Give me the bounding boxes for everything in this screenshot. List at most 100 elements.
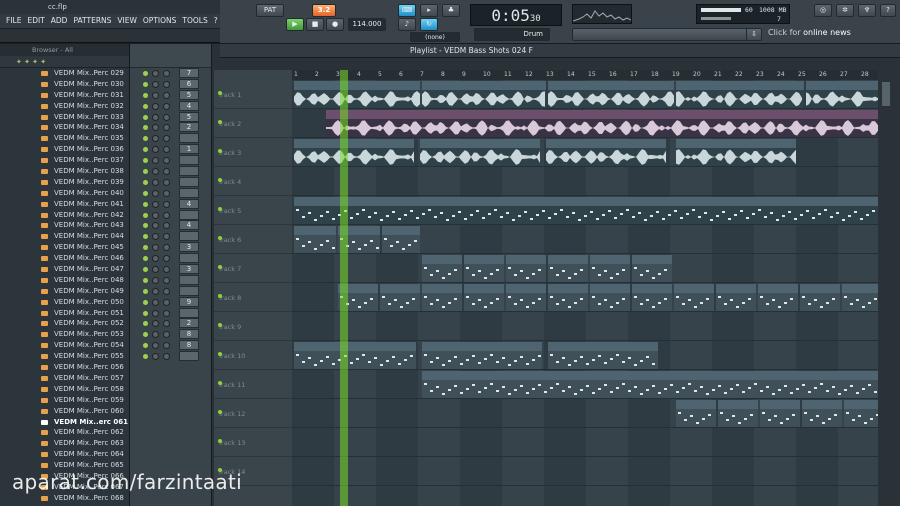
- volume-knob[interactable]: [163, 135, 170, 143]
- mixer-track-number[interactable]: 4: [179, 198, 199, 209]
- browser-file[interactable]: VEDM Mix..Perc 050: [0, 297, 129, 308]
- browser-file[interactable]: VEDM Mix..Perc 032: [0, 101, 129, 112]
- metronome-icon[interactable]: ♪: [398, 18, 416, 31]
- pan-knob[interactable]: [152, 244, 159, 252]
- browser-file[interactable]: VEDM Mix..Perc 052: [0, 318, 129, 329]
- browser-file[interactable]: VEDM Mix..Perc 037: [0, 155, 129, 166]
- browser-file[interactable]: VEDM Mix..Perc 043: [0, 220, 129, 231]
- loop-record-icon[interactable]: ↻: [420, 18, 438, 31]
- scrollbar-thumb[interactable]: [882, 82, 890, 106]
- channel-row[interactable]: 5: [130, 111, 211, 123]
- channel-led[interactable]: [143, 158, 148, 164]
- volume-knob[interactable]: [163, 189, 170, 197]
- playlist-clip[interactable]: Pattern 1: [294, 226, 336, 253]
- mixer-track-number[interactable]: [179, 166, 199, 177]
- channel-led[interactable]: [143, 288, 148, 294]
- channel-led[interactable]: [143, 114, 148, 120]
- volume-knob[interactable]: [163, 146, 170, 154]
- pan-knob[interactable]: [152, 124, 159, 132]
- browser-file[interactable]: VEDM Mix..Perc 055: [0, 351, 129, 362]
- browser-file[interactable]: VEDM Mix..Perc 063: [0, 438, 129, 449]
- track-mute-led[interactable]: [218, 352, 222, 356]
- pan-knob[interactable]: [152, 211, 159, 219]
- mixer-track-number[interactable]: [179, 253, 199, 264]
- browser-file[interactable]: VEDM Mix..erc 061: [0, 417, 129, 428]
- pan-knob[interactable]: [152, 135, 159, 143]
- menu-options[interactable]: OPTIONS: [140, 14, 180, 28]
- mixer-track-number[interactable]: [179, 351, 199, 362]
- browser-file[interactable]: VEDM Mix..Perc 046: [0, 253, 129, 264]
- channel-led[interactable]: [143, 169, 148, 175]
- channel-led[interactable]: [143, 223, 148, 229]
- mixer-track-number[interactable]: [179, 187, 199, 198]
- song-time-display[interactable]: 0:0530: [470, 4, 562, 26]
- channel-row[interactable]: 5: [130, 89, 211, 101]
- pat-song-toggle[interactable]: PAT: [256, 4, 284, 17]
- channel-row[interactable]: [130, 155, 211, 166]
- channel-led[interactable]: [143, 81, 148, 87]
- playlist-clip[interactable]: Pa..n 3: [422, 371, 878, 398]
- countdown-icon[interactable]: ♣: [442, 4, 460, 17]
- browser-file[interactable]: VEDM Mix..Perc 049: [0, 286, 129, 297]
- menu-patterns[interactable]: PATTERNS: [70, 14, 114, 28]
- playlist-clip[interactable]: Pa..n 3: [294, 342, 416, 369]
- help-icon[interactable]: ?: [880, 4, 896, 17]
- channel-led[interactable]: [143, 125, 148, 131]
- playlist-scrollbar[interactable]: [878, 70, 900, 506]
- playlist-grid[interactable]: VEDM Downlifter 03 VEDM Downlifter 03 - P…: [292, 80, 878, 506]
- snap-selector[interactable]: Drum: [474, 28, 550, 41]
- channel-row[interactable]: [130, 166, 211, 177]
- pan-knob[interactable]: [152, 200, 159, 208]
- playlist-clip[interactable]: Pattern 6: [548, 255, 588, 282]
- browser-file[interactable]: VEDM Mix..Perc 030: [0, 79, 129, 90]
- track-header[interactable]: Track 10: [214, 341, 292, 370]
- playlist-clip[interactable]: Pa..n 3: [548, 342, 658, 369]
- channel-led[interactable]: [143, 267, 148, 273]
- track-mute-led[interactable]: [218, 236, 222, 240]
- pan-knob[interactable]: [152, 157, 159, 165]
- playlist-clip[interactable]: Pattern 6: [590, 255, 630, 282]
- channel-led[interactable]: [143, 256, 148, 262]
- pan-knob[interactable]: [152, 113, 159, 121]
- mixer-track-number[interactable]: [179, 307, 199, 318]
- playlist-clip[interactable]: pad: [676, 400, 716, 427]
- volume-knob[interactable]: [163, 320, 170, 328]
- mixer-track-number[interactable]: 1: [179, 144, 199, 155]
- tempo-display[interactable]: 114.000: [348, 18, 386, 31]
- playlist-clip[interactable]: Pattern 3: [590, 284, 630, 311]
- menu-view[interactable]: VIEW: [114, 14, 140, 28]
- pan-knob[interactable]: [152, 309, 159, 317]
- mixer-track-number[interactable]: [179, 133, 199, 144]
- playlist-clip[interactable]: Pattern 3: [800, 284, 840, 311]
- snap-mode[interactable]: (none): [410, 32, 460, 42]
- browser-file[interactable]: VEDM Mix..Perc 034: [0, 122, 129, 133]
- playlist-clip[interactable]: Pattern 6: [422, 255, 462, 282]
- pan-knob[interactable]: [152, 266, 159, 274]
- volume-knob[interactable]: [163, 168, 170, 176]
- menu-add[interactable]: ADD: [48, 14, 71, 28]
- playlist-clip[interactable]: VEDM Downlifter 03 - Part_1: [676, 81, 804, 108]
- pan-knob[interactable]: [152, 298, 159, 306]
- channel-row[interactable]: 4: [130, 100, 211, 112]
- mixer-track-number[interactable]: 8: [179, 340, 199, 351]
- track-mute-led[interactable]: [218, 120, 222, 124]
- channel-row[interactable]: 3: [130, 242, 211, 253]
- browser-file[interactable]: VEDM Mix..Perc 033: [0, 112, 129, 123]
- channel-row[interactable]: 8: [130, 329, 211, 340]
- browser-file[interactable]: VEDM Mix..Perc 044: [0, 231, 129, 242]
- browser-file[interactable]: VEDM Mix..Perc 053: [0, 329, 129, 340]
- browser-file[interactable]: VEDM Mix..Perc 039: [0, 177, 129, 188]
- playlist-clip[interactable]: Pattern 6: [632, 255, 672, 282]
- channel-led[interactable]: [143, 343, 148, 349]
- track-mute-led[interactable]: [218, 149, 222, 153]
- mixer-track-number[interactable]: [179, 176, 199, 187]
- playhead-marker[interactable]: [340, 70, 348, 506]
- volume-knob[interactable]: [163, 211, 170, 219]
- track-header[interactable]: Track 2: [214, 109, 292, 138]
- pan-knob[interactable]: [152, 80, 159, 88]
- browser-file[interactable]: VEDM Mix..Perc 062: [0, 427, 129, 438]
- channel-row[interactable]: [130, 176, 211, 188]
- mixer-track-number[interactable]: [179, 231, 199, 242]
- channel-led[interactable]: [143, 321, 148, 327]
- channel-row[interactable]: [130, 307, 211, 319]
